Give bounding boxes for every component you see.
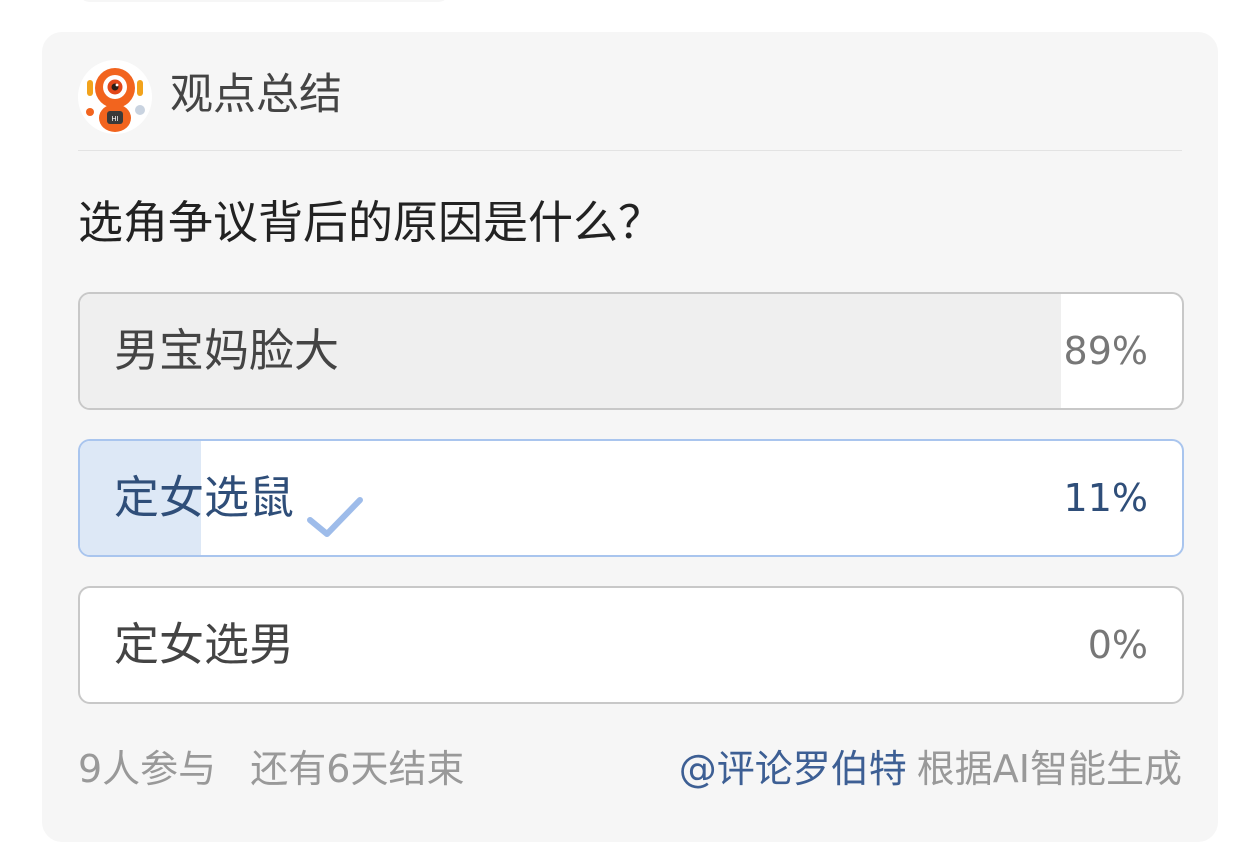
opinion-summary-card: HI 观点总结 选角争议背后的原因是什么？ 男宝妈脸大 89% 定女选鼠 11%… bbox=[42, 32, 1218, 842]
ai-generated-note: 根据AI智能生成 bbox=[916, 747, 1182, 791]
svg-text:HI: HI bbox=[111, 115, 118, 123]
time-remaining: 还有6天结束 bbox=[250, 747, 465, 791]
poll-option-percent: 11% bbox=[1063, 476, 1148, 520]
ai-attribution: @评论罗伯特 根据AI智能生成 bbox=[679, 742, 1182, 796]
card-header: HI 观点总结 bbox=[78, 52, 1182, 151]
poll-option[interactable]: 定女选男 0% bbox=[78, 586, 1184, 704]
poll-option-label: 男宝妈脸大 bbox=[114, 324, 340, 377]
poll-option[interactable]: 定女选鼠 11% bbox=[78, 439, 1184, 557]
previous-card-edge bbox=[78, 0, 450, 2]
poll-option-label: 定女选男 bbox=[114, 618, 295, 671]
poll-meta: 9人参与 还有6天结束 bbox=[78, 742, 464, 796]
card-title: 观点总结 bbox=[170, 70, 342, 120]
poll-option-label: 定女选鼠 bbox=[114, 441, 364, 555]
poll-footer: 9人参与 还有6天结束 @评论罗伯特 根据AI智能生成 bbox=[78, 742, 1182, 796]
poll-option-percent: 0% bbox=[1087, 623, 1148, 667]
mention-link[interactable]: @评论罗伯特 bbox=[679, 747, 907, 791]
poll-option[interactable]: 男宝妈脸大 89% bbox=[78, 292, 1184, 410]
check-icon bbox=[306, 472, 364, 537]
poll-option-percent: 89% bbox=[1063, 329, 1148, 373]
participants-count: 9人参与 bbox=[78, 747, 217, 791]
robot-mascot-icon: HI bbox=[78, 60, 152, 134]
poll-question: 选角争议背后的原因是什么？ bbox=[78, 196, 664, 249]
